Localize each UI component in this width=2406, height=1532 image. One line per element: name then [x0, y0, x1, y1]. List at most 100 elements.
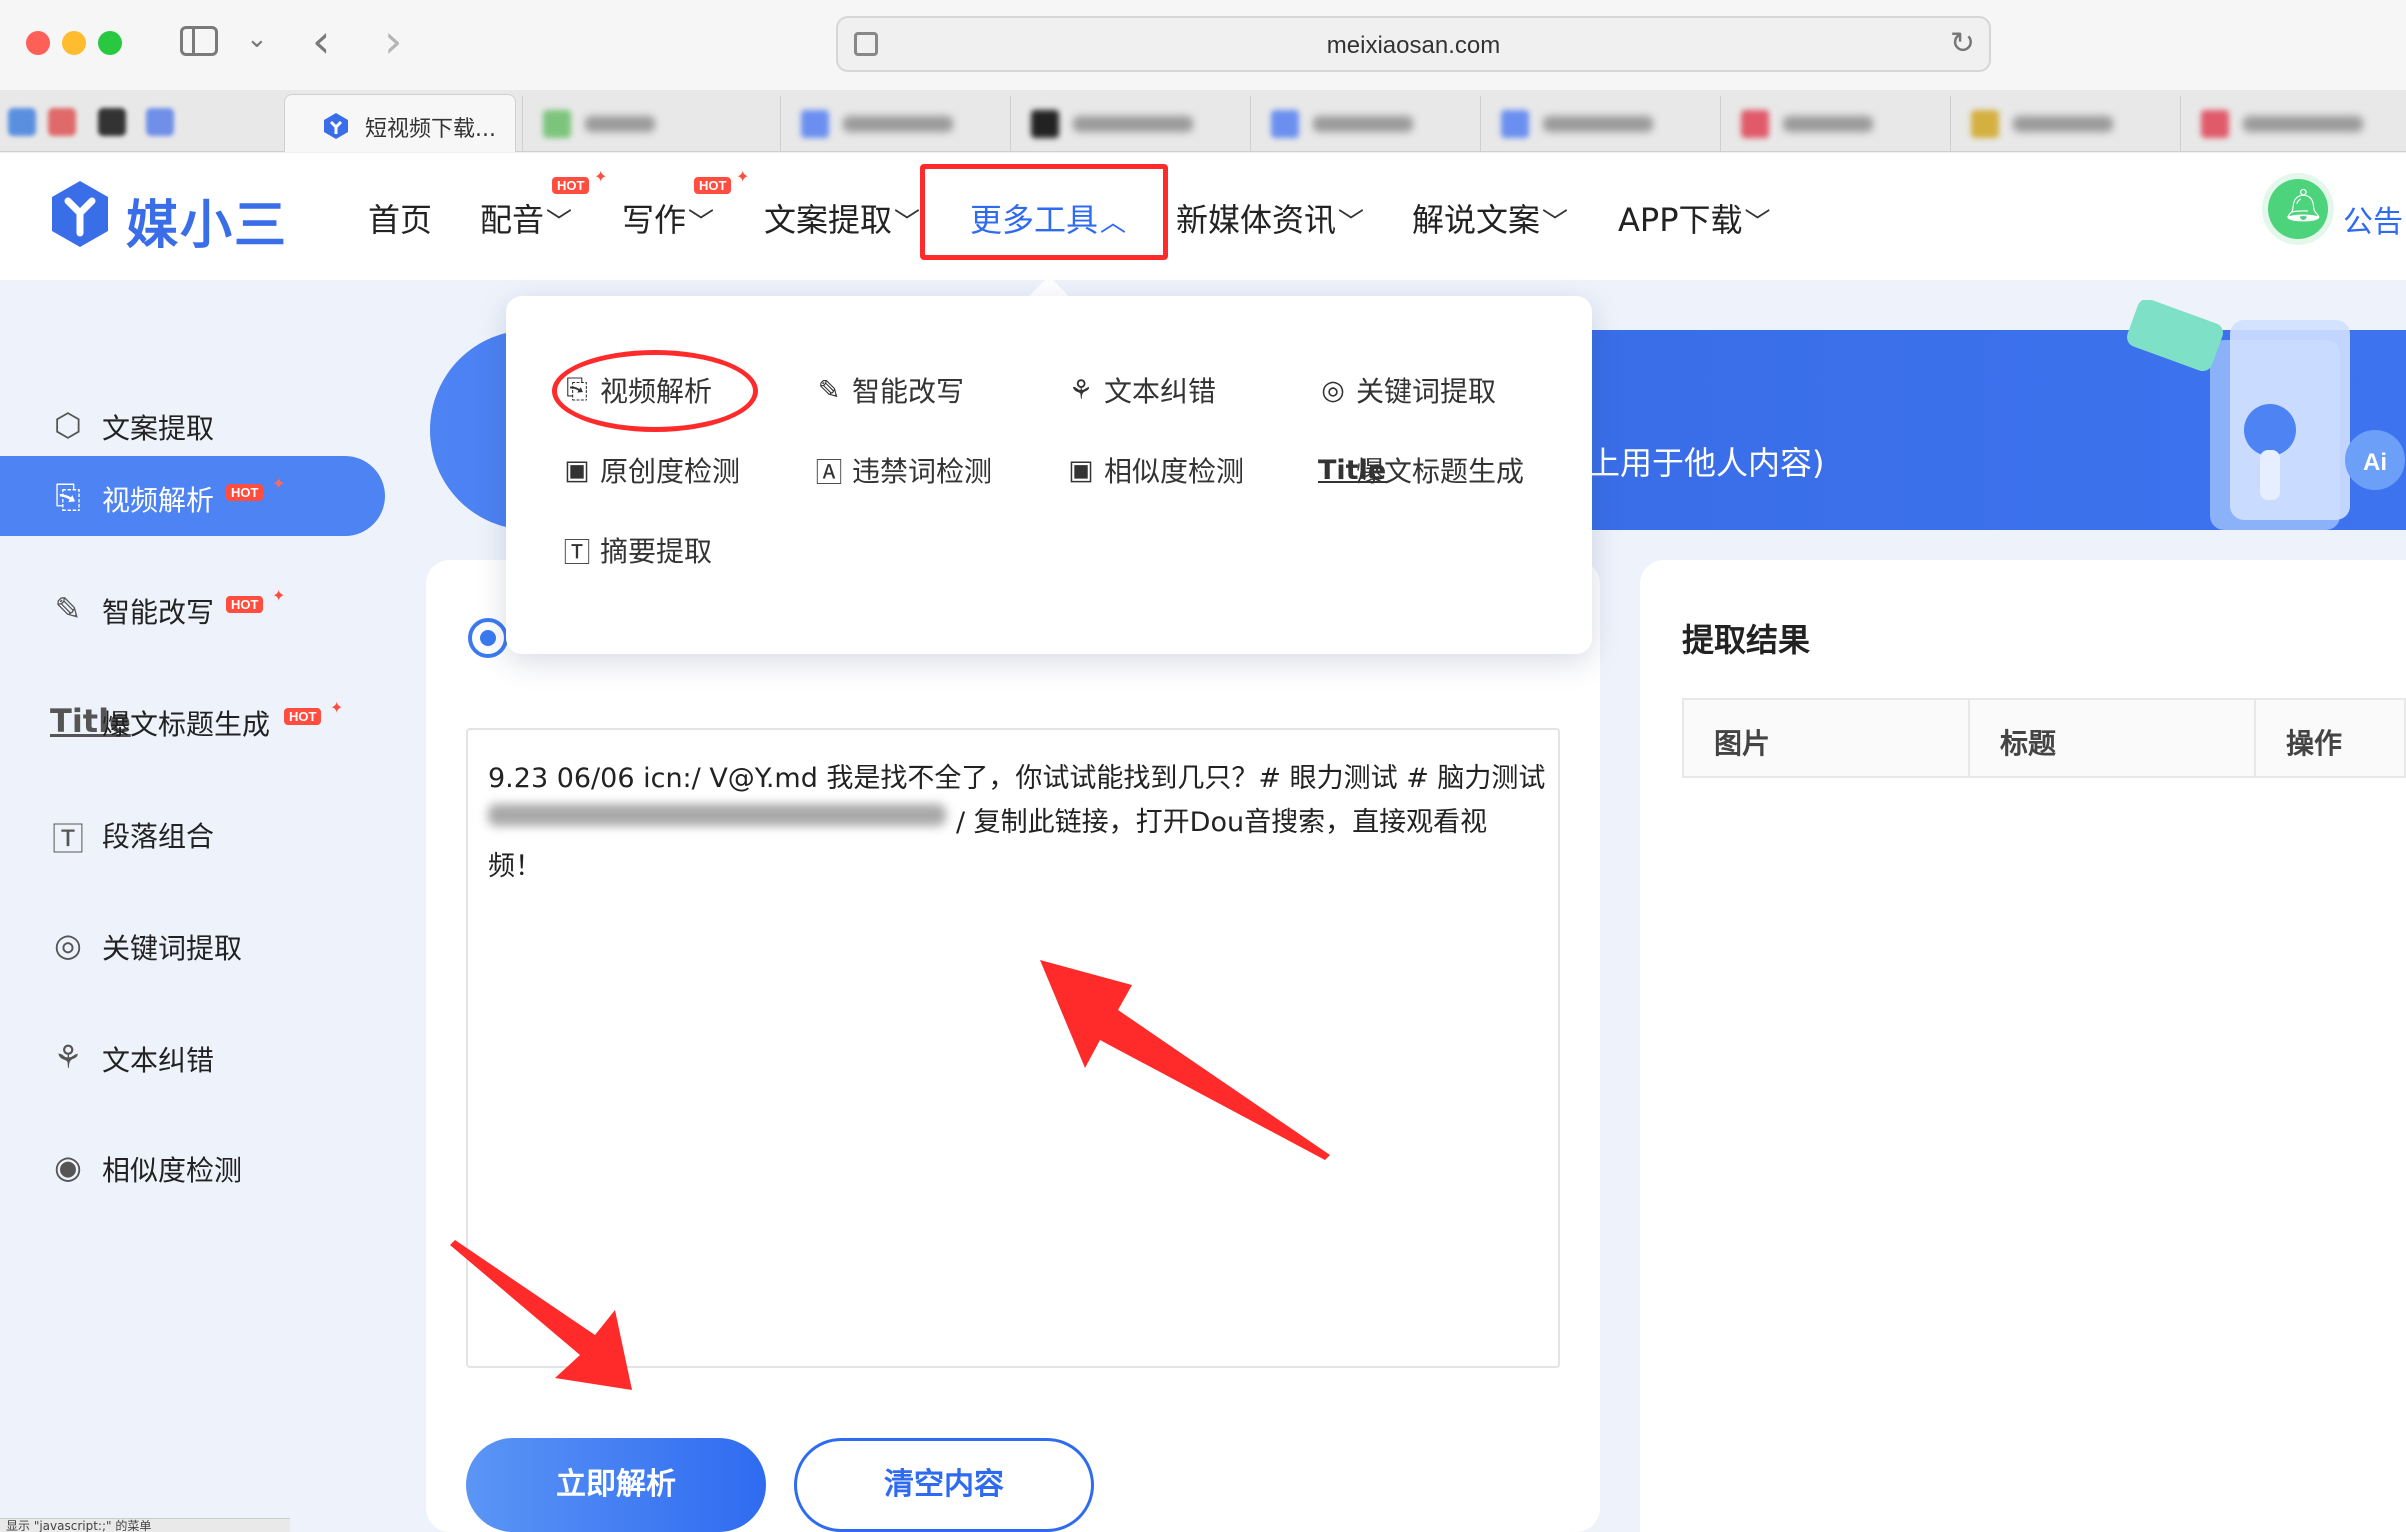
- menu-item-title-generator[interactable]: Title爆文标题生成: [1318, 450, 1524, 500]
- column-divider: [2254, 700, 2256, 776]
- chevron-down-icon: ﹀: [688, 208, 715, 238]
- tab-blurred[interactable]: [522, 96, 672, 152]
- browser-toolbar: ⌄ ‹ › meixiaosan.com ↻: [0, 0, 2406, 90]
- sidebar-item-paragraph-combine[interactable]: 🅃 段落组合: [0, 792, 385, 872]
- tab-blurred[interactable]: [1250, 96, 1460, 152]
- nav-home[interactable]: 首页: [368, 195, 432, 241]
- tab-blurred[interactable]: [1480, 96, 1680, 152]
- address-bar[interactable]: meixiaosan.com ↻: [836, 16, 1991, 72]
- column-header-title: 标题: [2000, 727, 2057, 760]
- textarea-line: 频！: [488, 851, 542, 882]
- reload-icon[interactable]: ↻: [1950, 26, 1975, 61]
- tab-blurred[interactable]: [2180, 96, 2406, 152]
- tab-blurred[interactable]: [780, 96, 970, 152]
- site-logo-icon: [324, 113, 348, 139]
- menu-item-banned-words[interactable]: 🄰 违禁词检测: [814, 450, 993, 500]
- zoom-window-button[interactable]: [98, 31, 122, 55]
- hot-badge: HOT: [284, 708, 322, 725]
- banner-text: 上用于他人内容): [1588, 444, 1825, 482]
- sidebar-item-video-parse[interactable]: ⎘ 视频解析 HOT ✦: [0, 456, 385, 536]
- sidebar-item-smart-rewrite[interactable]: ✎ 智能改写 HOT ✦: [0, 568, 385, 648]
- tab-blurred[interactable]: [1720, 96, 1920, 152]
- svg-text:Ai: Ai: [2363, 449, 2387, 476]
- nav-dubbing[interactable]: 配音﹀: [480, 195, 572, 241]
- column-divider: [1968, 700, 1970, 776]
- chevron-down-icon: ﹀: [894, 208, 921, 238]
- sidebar-toggle-icon[interactable]: [180, 26, 218, 56]
- title-icon: Title: [1318, 454, 1387, 486]
- back-arrow-icon[interactable]: ‹: [312, 18, 330, 64]
- pinned-tab-icon[interactable]: [98, 108, 126, 136]
- chevron-down-icon: ﹀: [1744, 208, 1771, 238]
- edit-icon: ✎: [817, 374, 841, 406]
- column-header-image: 图片: [1714, 727, 1771, 760]
- bell-icon: 🔔︎: [2283, 186, 2324, 224]
- cube-icon: ⬡: [54, 406, 82, 444]
- left-sidebar: ⬡ 文案提取 ⎘ 视频解析 HOT ✦ ✎ 智能改写 HOT ✦ Title 爆…: [0, 280, 400, 1532]
- tab-blurred[interactable]: [1950, 96, 2150, 152]
- sparkle-icon: ✦: [594, 167, 608, 186]
- chevron-down-icon: ﹀: [1338, 208, 1365, 238]
- column-header-action: 操作: [2286, 727, 2343, 760]
- status-bar: 显示 "javascript:;" 的菜单: [0, 1518, 290, 1532]
- nav-writing[interactable]: 写作﹀: [622, 195, 714, 241]
- pinned-tab-icon[interactable]: [48, 108, 76, 136]
- ai-doc-icon: ▣: [1068, 454, 1094, 486]
- annotation-highlight-box: [920, 164, 1168, 260]
- hot-badge: HOT: [226, 484, 264, 501]
- sidebar-item-title-generator[interactable]: Title 爆文标题生成 HOT ✦: [0, 680, 385, 760]
- forward-arrow-icon[interactable]: ›: [384, 18, 402, 64]
- logo-icon[interactable]: [48, 179, 112, 249]
- search-doc-icon: ◉: [54, 1148, 82, 1186]
- tab-blurred[interactable]: [1010, 96, 1210, 152]
- pinned-tab-icon[interactable]: [8, 108, 36, 136]
- sidebar-item-keyword-extract[interactable]: ◎ 关键词提取: [0, 904, 385, 984]
- menu-item-summary[interactable]: 🅃 摘要提取: [562, 530, 713, 580]
- textarea-line: / 复制此链接，打开Dou音搜索，直接观看视: [956, 807, 1488, 838]
- video-parse-icon: ⎘: [55, 478, 81, 516]
- nav-app-download[interactable]: APP下载﹀: [1618, 195, 1771, 241]
- title-icon: Title: [50, 702, 131, 740]
- menu-item-smart-rewrite[interactable]: ✎ 智能改写: [814, 370, 964, 420]
- edit-icon: ✎: [54, 590, 82, 628]
- sidebar-item-copy-extract[interactable]: ⬡ 文案提取: [0, 384, 385, 464]
- logo-text[interactable]: 媒小三: [126, 183, 288, 258]
- result-title: 提取结果: [1682, 621, 1811, 659]
- annotation-circle: [552, 350, 758, 432]
- parse-now-button[interactable]: 立即解析: [466, 1438, 766, 1532]
- mode-radio-selected[interactable]: [468, 618, 508, 658]
- sparkle-icon: ✦: [736, 167, 750, 186]
- hot-badge: HOT: [552, 177, 590, 194]
- clear-content-button[interactable]: 清空内容: [794, 1438, 1094, 1532]
- sparkle-icon: ✦: [272, 474, 286, 493]
- pinned-tab-icon[interactable]: [146, 108, 174, 136]
- sidebar-item-text-correct[interactable]: ⚘ 文本纠错: [0, 1016, 385, 1096]
- target-icon: ◎: [1321, 374, 1345, 406]
- nav-media-news[interactable]: 新媒体资讯﹀: [1176, 195, 1364, 241]
- menu-item-text-correct[interactable]: ⚘ 文本纠错: [1066, 370, 1216, 420]
- blurred-url: [488, 804, 946, 826]
- t-box-icon: 🅃: [51, 820, 84, 858]
- minimize-window-button[interactable]: [62, 31, 86, 55]
- menu-item-similarity[interactable]: ▣ 相似度检测: [1066, 450, 1244, 500]
- menu-item-originality[interactable]: ▣ 原创度检测: [562, 450, 740, 500]
- menu-item-keyword-extract[interactable]: ◎ 关键词提取: [1318, 370, 1496, 420]
- chevron-down-icon[interactable]: ⌄: [246, 26, 268, 52]
- sparkle-icon: ✦: [330, 698, 344, 717]
- sidebar-item-similarity[interactable]: ◉ 相似度检测: [0, 1126, 385, 1206]
- active-tab-title: 短视频下载...: [365, 117, 496, 142]
- close-window-button[interactable]: [26, 31, 50, 55]
- result-table-header: 图片 标题 操作: [1682, 698, 2406, 778]
- announcement-link[interactable]: 公告: [2343, 197, 2403, 241]
- chevron-down-icon: ﹀: [1542, 208, 1569, 238]
- nav-narration[interactable]: 解说文案﹀: [1412, 195, 1568, 241]
- nav-copy-extract[interactable]: 文案提取﹀: [764, 195, 920, 241]
- hot-badge: HOT: [694, 177, 732, 194]
- sparkle-icon: ✦: [272, 586, 286, 605]
- hot-badge: HOT: [226, 596, 264, 613]
- ai-doc-icon: ▣: [564, 454, 590, 486]
- t-box-icon: 🅃: [563, 537, 591, 569]
- a-box-icon: 🄰: [815, 457, 843, 489]
- active-tab[interactable]: 短视频下载...: [284, 94, 516, 152]
- textarea-line: 9.23 06/06 icn:/ V@Y.md 我是找不全了，你试试能找到几只？…: [488, 763, 1546, 794]
